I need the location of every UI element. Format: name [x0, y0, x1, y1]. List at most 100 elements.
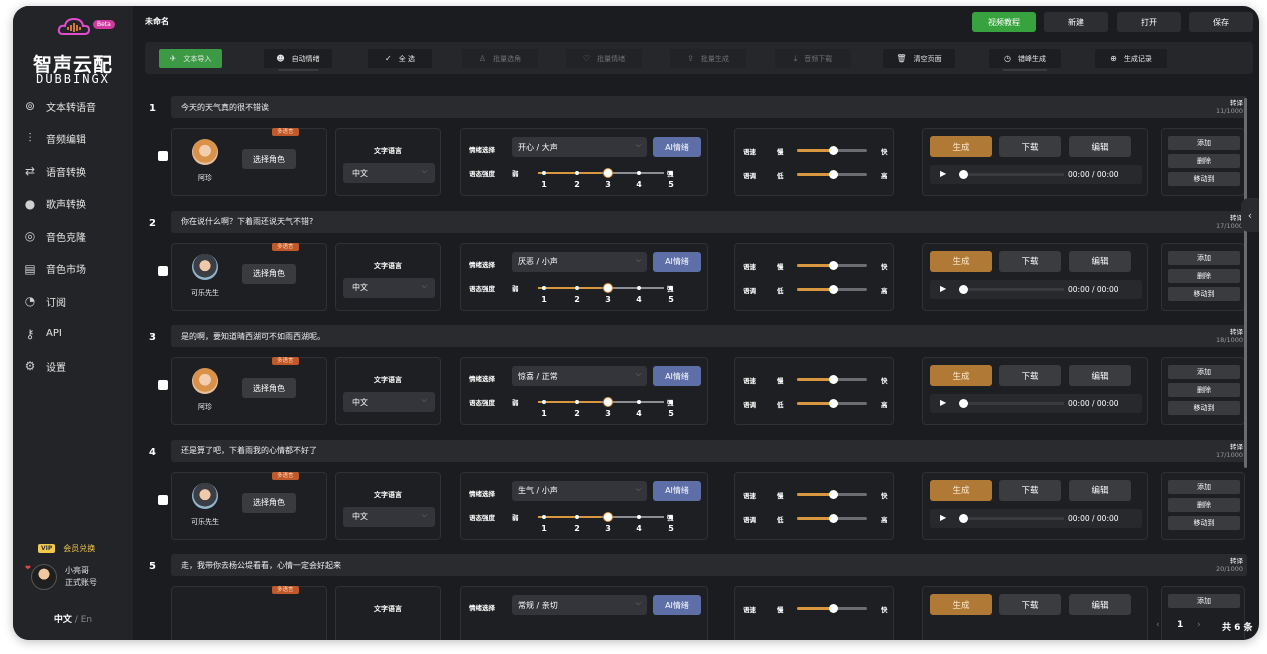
next-page-button[interactable]: ›: [1197, 620, 1201, 630]
text-import-button[interactable]: ✈ 文本导入: [159, 49, 222, 68]
audio-download-button[interactable]: ⤓ 音频下载: [775, 49, 851, 68]
sidebar-item-voice-clone[interactable]: ◎ 音色克隆: [13, 220, 133, 253]
playback-knob[interactable]: [959, 170, 968, 179]
text-language-select[interactable]: 中文 ⌵: [343, 163, 435, 183]
move-to-button[interactable]: 移动到: [1168, 401, 1240, 415]
select-all-button[interactable]: ✓ 全 选: [368, 49, 432, 68]
select-role-button[interactable]: 选择角色: [242, 149, 296, 169]
new-button[interactable]: 新建: [1044, 12, 1108, 32]
collapse-panel-button[interactable]: ‹: [1241, 198, 1259, 232]
playback-track[interactable]: [968, 173, 1064, 176]
download-button[interactable]: 下载: [999, 136, 1061, 157]
intensity-step-dot[interactable]: [637, 514, 641, 519]
video-tutorial-button[interactable]: 视频教程: [972, 12, 1036, 32]
auto-emotion-button[interactable]: ☻ 自动情绪: [264, 49, 332, 71]
download-button[interactable]: 下载: [999, 594, 1061, 615]
sentence-text[interactable]: 走，我带你去杨公堤看看，心情一定会好起来 转译 20/1000: [171, 554, 1247, 576]
batch-emotion-button[interactable]: ♡ 批量情绪: [566, 49, 642, 68]
play-icon[interactable]: ▶: [940, 513, 946, 522]
emotion-select[interactable]: 开心 / 大声 ⌵: [512, 137, 647, 157]
pitch-knob[interactable]: [829, 399, 838, 408]
row-checkbox[interactable]: [158, 151, 168, 161]
sidebar-item-api[interactable]: ⚷ API: [13, 318, 133, 351]
generate-button[interactable]: 生成: [930, 250, 992, 272]
sidebar-item-voice-convert[interactable]: ⇄ 语音转换: [13, 155, 133, 188]
play-icon[interactable]: ▶: [940, 398, 946, 407]
pitch-knob[interactable]: [829, 170, 838, 179]
ai-emotion-button[interactable]: AI情绪: [653, 366, 701, 386]
row-checkbox[interactable]: [158, 494, 168, 505]
convert-label[interactable]: 转译: [1216, 328, 1243, 336]
generate-history-button[interactable]: ⊕ 生成记录: [1095, 49, 1167, 68]
clear-page-button[interactable]: 🗑 清空页面: [883, 49, 955, 68]
playback-knob[interactable]: [959, 284, 968, 294]
intensity-step-dot[interactable]: [575, 285, 579, 290]
intensity-step-dot[interactable]: [542, 171, 546, 175]
sidebar-item-singing-convert[interactable]: ● 歌声转换: [13, 188, 133, 221]
ai-emotion-button[interactable]: AI情绪: [653, 480, 701, 501]
delete-button[interactable]: 删除: [1168, 154, 1240, 168]
convert-label[interactable]: 转译: [1216, 214, 1243, 222]
emotion-select[interactable]: 惊喜 / 正常 ⌵: [512, 366, 647, 386]
sidebar-item-subscribe[interactable]: ◔ 订阅: [13, 285, 133, 318]
add-button[interactable]: 添加: [1168, 479, 1240, 494]
speed-knob[interactable]: [829, 375, 838, 384]
sentence-text[interactable]: 今天的天气真的很不错诶 转译 11/1000: [171, 96, 1247, 118]
current-page[interactable]: 1: [1177, 620, 1183, 630]
playback-track[interactable]: [968, 516, 1064, 520]
prev-page-button[interactable]: ‹: [1156, 620, 1160, 630]
playback-track[interactable]: [968, 402, 1064, 405]
text-language-select[interactable]: 中文 ⌵: [343, 277, 435, 298]
move-to-button[interactable]: 移动到: [1168, 286, 1240, 301]
sentence-text[interactable]: 是的啊，要知道晴西湖可不如雨西湖呢。 转译 18/1000: [171, 325, 1247, 347]
edit-button[interactable]: 编辑: [1069, 365, 1131, 386]
intensity-step-dot[interactable]: [575, 514, 579, 519]
intensity-knob[interactable]: [603, 168, 613, 178]
convert-label[interactable]: 转译: [1216, 99, 1243, 107]
open-button[interactable]: 打开: [1117, 12, 1181, 32]
sidebar-item-audio-edit[interactable]: ⫶ 音频编辑: [13, 123, 133, 156]
sidebar-item-settings[interactable]: ⚙ 设置: [13, 350, 133, 383]
generate-button[interactable]: 生成: [930, 136, 992, 157]
emotion-select[interactable]: 常规 / 亲切 ⌵: [512, 595, 647, 615]
edit-button[interactable]: 编辑: [1069, 479, 1131, 501]
lang-other[interactable]: En: [81, 615, 92, 625]
playback-knob[interactable]: [959, 513, 968, 523]
add-button[interactable]: 添加: [1168, 365, 1240, 379]
pitch-knob[interactable]: [829, 284, 838, 294]
convert-label[interactable]: 转译: [1216, 443, 1243, 451]
scrollbar[interactable]: [1244, 98, 1247, 468]
add-button[interactable]: 添加: [1168, 250, 1240, 265]
select-role-button[interactable]: 选择角色: [242, 263, 296, 284]
speed-knob[interactable]: [829, 604, 838, 613]
ai-emotion-button[interactable]: AI情绪: [653, 251, 701, 272]
generate-button[interactable]: 生成: [930, 365, 992, 386]
sidebar-item-text-to-speech[interactable]: ⊚ 文本转语音: [13, 90, 133, 123]
download-button[interactable]: 下载: [999, 365, 1061, 386]
text-language-select[interactable]: 中文 ⌵: [343, 506, 435, 527]
intensity-step-dot[interactable]: [542, 285, 546, 290]
lang-current[interactable]: 中文: [54, 615, 72, 625]
batch-role-button[interactable]: ♙ 批量选角: [462, 49, 538, 68]
delete-button[interactable]: 删除: [1168, 383, 1240, 397]
speed-knob[interactable]: [829, 146, 838, 155]
play-icon[interactable]: ▶: [940, 284, 946, 293]
pitch-knob[interactable]: [829, 513, 838, 523]
intensity-step-dot[interactable]: [575, 171, 579, 175]
language-switch[interactable]: 中文 / En: [13, 612, 133, 625]
row-checkbox[interactable]: [158, 380, 168, 390]
ai-emotion-button[interactable]: AI情绪: [653, 595, 701, 615]
intensity-knob[interactable]: [603, 397, 613, 407]
vip-redeem[interactable]: VIP 会员兑换: [38, 543, 95, 554]
edit-button[interactable]: 编辑: [1069, 136, 1131, 157]
emotion-select[interactable]: 厌恶 / 小声 ⌵: [512, 251, 647, 272]
intensity-step-dot[interactable]: [542, 400, 546, 404]
row-checkbox[interactable]: [158, 265, 168, 276]
add-button[interactable]: 添加: [1168, 136, 1240, 150]
ai-emotion-button[interactable]: AI情绪: [653, 137, 701, 157]
intensity-step-dot[interactable]: [637, 171, 641, 175]
add-button[interactable]: 添加: [1168, 594, 1240, 608]
move-to-button[interactable]: 移动到: [1168, 172, 1240, 186]
edit-button[interactable]: 编辑: [1069, 250, 1131, 272]
emotion-select[interactable]: 生气 / 小声 ⌵: [512, 480, 647, 501]
